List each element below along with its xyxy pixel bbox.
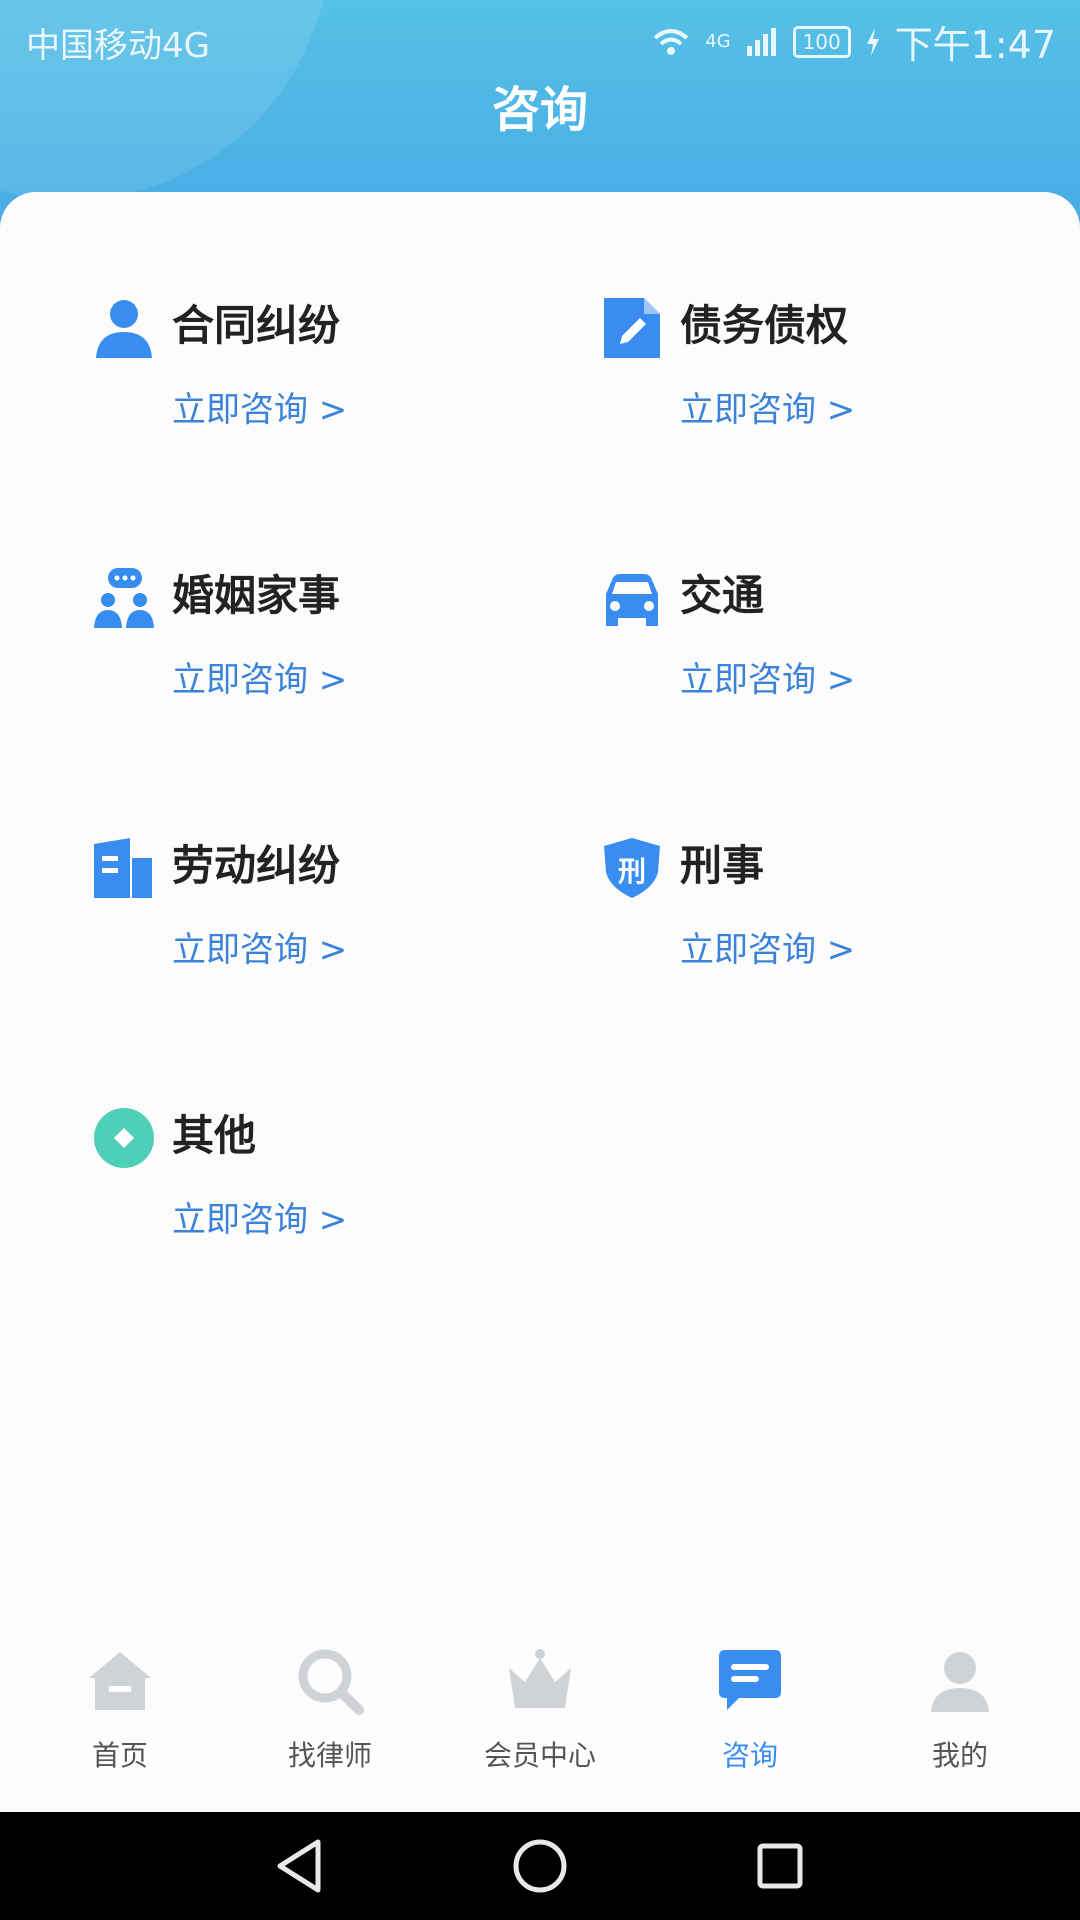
category-grid: 合同纠纷 立即咨询 > 债务债权 立即咨询 > 婚姻家事 立即咨询 > 交通 立… [0,192,1080,1812]
wifi-icon [653,28,689,55]
consult-now-link[interactable]: 立即咨询 > [680,382,855,431]
status-time: 下午1:47 [894,23,1056,67]
tab-label: 首页 [91,1739,148,1772]
tab-label: 找律师 [287,1739,372,1772]
tab-home[interactable]: 首页 [12,1646,228,1786]
car-icon [606,574,658,626]
category-title: 其他 [172,1111,257,1160]
tab-consult[interactable]: 咨询 [642,1646,858,1786]
tab-label: 我的 [931,1739,988,1772]
category-title: 交通 [680,571,765,620]
signal-icon [746,27,776,56]
charging-icon [866,27,879,56]
page-title: 咨询 [491,82,588,138]
battery-level: 100 [792,25,851,58]
carrier-label: 中国移动4G [26,26,210,66]
category-debt-credit[interactable]: 债务债权 立即咨询 > [600,292,1020,482]
consult-now-link[interactable]: 立即咨询 > [172,922,347,971]
shield-glyph: 刑 [617,855,646,888]
consult-now-link[interactable]: 立即咨询 > [172,652,347,701]
user-icon [931,1652,989,1712]
home-icon [89,1652,151,1710]
category-title: 刑事 [680,841,765,890]
category-title: 婚姻家事 [172,571,341,620]
person-icon [96,300,152,358]
consult-now-link[interactable]: 立即咨询 > [680,652,855,701]
system-nav-bar [0,1812,1080,1920]
tab-mine[interactable]: 我的 [852,1646,1068,1786]
bottom-tab-bar: 首页 找律师 会员中心 咨询 我的 [0,1612,1080,1812]
recent-apps-icon[interactable] [748,1834,812,1898]
consult-now-link[interactable]: 立即咨询 > [172,382,347,431]
category-title: 债务债权 [680,301,849,350]
home-circle-icon[interactable] [508,1834,572,1898]
category-title: 合同纠纷 [172,301,341,350]
back-icon[interactable] [268,1834,332,1898]
network-type: 4G [705,31,731,52]
status-bar: 中国移动4G 4G 100 下午1:47 [0,0,1080,74]
building-icon [94,838,152,898]
tab-label: 会员中心 [483,1739,596,1772]
tab-member-center[interactable]: 会员中心 [432,1646,648,1786]
tab-label: 咨询 [721,1739,778,1772]
category-other[interactable]: 其他 立即咨询 > [92,1102,512,1292]
content-panel: 合同纠纷 立即咨询 > 债务债权 立即咨询 > 婚姻家事 立即咨询 > 交通 立… [0,192,1080,1812]
document-edit-icon [604,298,660,358]
category-labor-dispute[interactable]: 劳动纠纷 立即咨询 > [92,832,512,1022]
status-indicators: 4G 100 下午1:47 [651,14,1056,69]
crown-icon [509,1649,571,1708]
category-title: 劳动纠纷 [172,841,341,890]
category-marriage-family[interactable]: 婚姻家事 立即咨询 > [92,562,512,752]
consult-now-link[interactable]: 立即咨询 > [172,1192,347,1241]
category-traffic[interactable]: 交通 立即咨询 > [600,562,1020,752]
search-icon [298,1649,364,1715]
category-criminal[interactable]: 刑 刑事 立即咨询 > [600,832,1020,1022]
tab-find-lawyer[interactable]: 找律师 [222,1646,438,1786]
chat-icon [719,1650,781,1710]
circle-diamond-icon [94,1108,154,1168]
shield-icon: 刑 [600,836,664,900]
category-contract-dispute[interactable]: 合同纠纷 立即咨询 > [92,292,512,482]
couple-chat-icon [94,568,154,628]
consult-now-link[interactable]: 立即咨询 > [680,922,855,971]
